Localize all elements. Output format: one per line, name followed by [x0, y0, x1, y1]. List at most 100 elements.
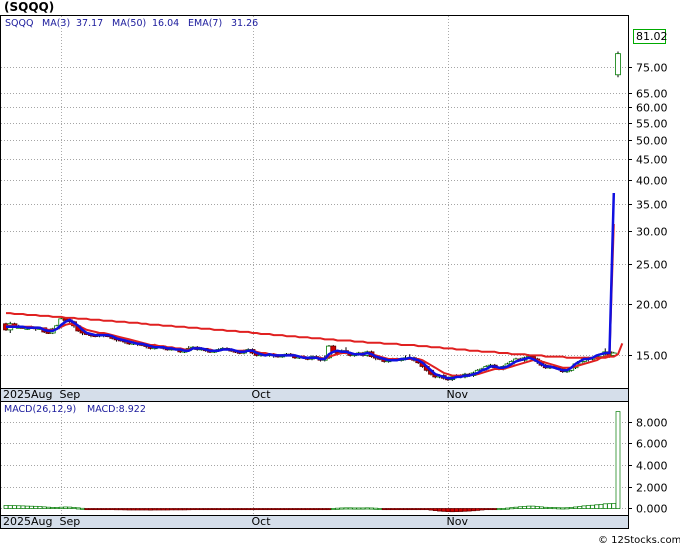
x-label: Sep — [60, 388, 81, 401]
macd-bar — [118, 508, 124, 511]
macd-bar — [292, 508, 298, 511]
macd-bar — [445, 508, 451, 512]
price-date-band — [0, 388, 629, 402]
macd-tick-label: 0.000 — [636, 503, 668, 516]
macd-bar — [105, 508, 111, 511]
macd-bar — [551, 507, 557, 510]
macd-bar — [568, 507, 574, 509]
x-label: Nov — [447, 388, 469, 401]
macd-bar — [135, 508, 141, 511]
macd-bar — [364, 507, 370, 510]
macd-bar — [114, 508, 119, 511]
macd-bar — [381, 508, 387, 511]
macd-bar — [156, 508, 162, 511]
macd-bar — [199, 508, 204, 511]
macd-bar — [377, 508, 383, 510]
macd-bar — [284, 508, 289, 511]
macd-bar — [228, 508, 234, 511]
macd-bar — [598, 504, 604, 509]
macd-bar — [556, 507, 561, 510]
macd-bar — [80, 507, 85, 510]
macd-date-band — [0, 515, 629, 529]
legend-ticker: SQQQ — [5, 18, 33, 29]
macd-bar — [471, 508, 476, 512]
price-tick-label: 20.00 — [636, 299, 668, 312]
macd-bar — [390, 508, 396, 511]
macd-bar — [496, 508, 502, 511]
macd-bar — [594, 504, 600, 509]
macd-bar — [488, 508, 493, 511]
macd-bar — [20, 505, 26, 509]
candle-body — [615, 53, 621, 76]
macd-tick-label: 6.000 — [636, 438, 668, 451]
macd-tick-label: 2.000 — [636, 482, 668, 495]
macd-bar — [403, 508, 408, 511]
footer-copyright: © 12Stocks.com — [598, 535, 680, 546]
macd-tick-label: 4.000 — [636, 460, 668, 473]
macd-bar — [564, 507, 570, 510]
macd-bar — [250, 508, 255, 511]
macd-bar — [577, 506, 583, 509]
x-label-macd: Sep — [60, 515, 81, 528]
macd-bar — [182, 508, 187, 511]
macd-bar — [288, 508, 294, 511]
macd-bar — [505, 507, 510, 510]
macd-legend: MACD(26,12,9) MACD:8.922 — [4, 404, 146, 415]
macd-bar — [517, 506, 523, 509]
macd-bar — [233, 508, 238, 511]
macd-bar — [543, 506, 549, 509]
legend-ma3-label: MA(3) — [42, 18, 70, 29]
legend-ma50-value: 16.04 — [152, 18, 179, 29]
macd-bar — [165, 508, 170, 511]
macd-bar — [369, 507, 374, 510]
macd-bar — [46, 506, 51, 509]
macd-bar — [466, 508, 472, 512]
macd-bar — [16, 505, 22, 509]
macd-bar — [398, 508, 404, 511]
macd-bar — [101, 508, 107, 511]
macd-bar — [611, 503, 617, 509]
legend-ma3-value: 37.17 — [76, 18, 103, 29]
price-tick-label: 30.00 — [636, 226, 668, 239]
macd-bar — [500, 508, 506, 510]
x-label-macd: 2025Aug — [3, 515, 52, 528]
macd-bar — [50, 507, 56, 509]
last-price-label: 81.02 — [636, 30, 668, 43]
macd-bar — [254, 508, 260, 511]
macd-bar — [301, 508, 306, 511]
price-tick-label: 65.00 — [636, 88, 668, 101]
macd-bar — [177, 508, 183, 511]
macd-bar — [216, 508, 221, 511]
macd-bar — [347, 507, 353, 510]
macd-bar — [63, 506, 68, 509]
x-label: Oct — [252, 388, 272, 401]
macd-bar — [245, 508, 251, 511]
macd-bar — [509, 507, 515, 510]
macd-bar — [97, 508, 102, 511]
macd-bar — [458, 508, 464, 512]
macd-bar — [58, 506, 64, 509]
macd-bar — [160, 508, 166, 511]
macd-value-label: MACD:8.922 — [87, 404, 146, 415]
macd-bar — [152, 508, 158, 511]
macd-bar — [207, 508, 213, 511]
macd-bar — [203, 508, 209, 511]
legend-ema7-value: 31.26 — [231, 18, 258, 29]
macd-bar — [407, 508, 413, 511]
chart-title: (SQQQ) — [4, 0, 54, 14]
macd-bar — [318, 508, 323, 511]
price-tick-label: 25.00 — [636, 259, 668, 272]
macd-bar — [411, 508, 417, 511]
macd-bar — [190, 508, 196, 511]
macd-bar — [267, 508, 272, 511]
last-price-badge: 81.02 — [633, 29, 668, 44]
legend-ema7-label: EMA(7) — [188, 18, 222, 29]
price-y-axis: 15.00 20.00 25.00 30.00 35.00 40.00 45.00 50.00… — [628, 62, 668, 363]
macd-bar — [415, 508, 421, 511]
macd-bar — [148, 508, 153, 511]
macd-bar — [37, 506, 43, 509]
macd-bar — [131, 508, 136, 511]
macd-bar — [173, 508, 179, 511]
macd-bar — [309, 508, 315, 511]
macd-bar — [420, 508, 425, 511]
